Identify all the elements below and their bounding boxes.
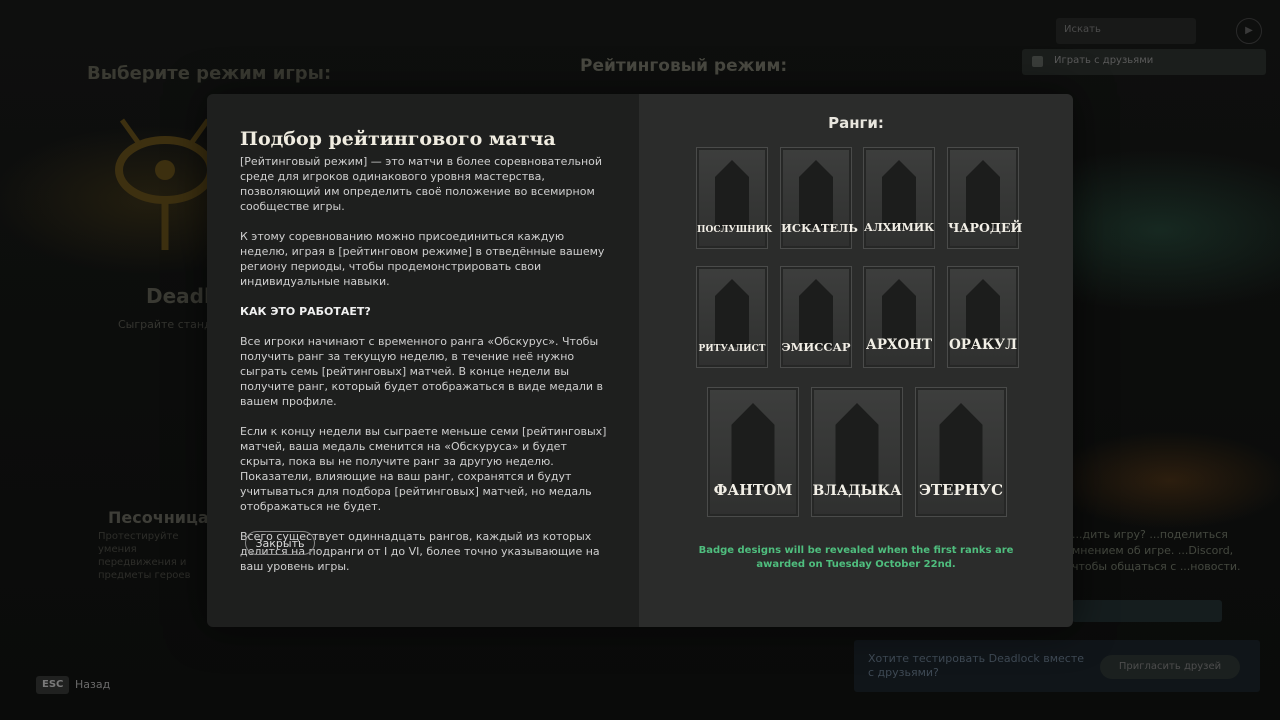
friends-icon (1032, 56, 1043, 67)
back-button[interactable]: Назад (75, 678, 110, 691)
rank-badge-placeholder-icon (799, 279, 833, 347)
rank-card: ЭТЕРНУС (915, 387, 1007, 517)
search-placeholder: Искать (1064, 24, 1101, 35)
rank-card: ЧАРОДЕЙ (947, 147, 1023, 249)
ranked-mode-title: Рейтинговый режим: (580, 56, 788, 76)
rank-badge-placeholder-icon (715, 160, 749, 228)
rank-name: ЭТЕРНУС (918, 481, 1004, 499)
rank-card: ОРАКУЛ (947, 266, 1019, 368)
invite-friends-button[interactable]: Пригласить друзей (1100, 655, 1240, 679)
intro-paragraph: [Рейтинговый режим] — это матчи в более … (240, 155, 603, 213)
how-it-works-heading: КАК ЭТО РАБОТАЕТ? (240, 305, 371, 318)
mode-select-title: Выберите режим игры: (87, 63, 332, 84)
ranks-title: Ранги: (828, 114, 884, 132)
rank-name: АРХОНТ (865, 337, 933, 353)
invite-friends-text: Хотите тестировать Deadlock вместе с дру… (868, 652, 1085, 679)
badge-reveal-note: Badge designs will be revealed when the … (698, 545, 1014, 570)
how-paragraph: Все игроки начинают с временного ранга «… (240, 335, 603, 408)
rank-name: ФАНТОМ (713, 482, 793, 499)
rank-badge-placeholder-icon (966, 160, 1000, 228)
modal-body: [Рейтинговый режим] — это матчи в более … (240, 154, 612, 589)
rank-card: ВЛАДЫКА (811, 387, 903, 517)
rank-card: АРХОНТ (863, 266, 935, 368)
rank-badge-placeholder-icon (715, 279, 749, 347)
intro-paragraph: К этому соревнованию можно присоединитьс… (240, 230, 605, 288)
rank-name: ЭМИССАР (781, 340, 851, 354)
play-with-friends-button[interactable]: Играть с друзьями (1022, 49, 1266, 75)
rank-badge-placeholder-icon (799, 160, 833, 228)
deadlock-emblem-icon (115, 118, 215, 250)
ranks-panel: Ранги: ПОСЛУШНИК ИСКАТЕЛЬ АЛХИМИК ЧАРОДЕЙ РИ… (639, 94, 1073, 627)
esc-key-hint[interactable]: ESC (36, 676, 70, 694)
rank-name: ЧАРОДЕЙ (948, 220, 1023, 235)
rank-card: ПОСЛУШНИК (696, 147, 773, 249)
sandbox-mode-title: Песочница (108, 508, 209, 527)
rank-card: ФАНТОМ (707, 387, 799, 517)
rank-badge-placeholder-icon (882, 160, 916, 228)
rank-name: РИТУАЛИСТ (698, 344, 766, 354)
rank-card: РИТУАЛИСТ (696, 266, 768, 368)
rank-badge-placeholder-icon (939, 403, 983, 490)
sandbox-mode-subtitle: Протестируйте умения передвижения и пред… (98, 531, 191, 581)
feedback-text: ...дить игру? ...поделиться мнением об и… (1072, 528, 1241, 573)
rank-name: АЛХИМИК (864, 221, 935, 234)
rank-name: ПОСЛУШНИК (697, 225, 773, 235)
rank-name: ОРАКУЛ (948, 337, 1018, 353)
rank-name: ВЛАДЫКА (812, 483, 902, 499)
how-paragraph: Если к концу недели вы сыграете меньше с… (240, 425, 607, 513)
rank-card: ЭМИССАР (780, 266, 852, 368)
rank-card: АЛХИМИК (863, 147, 935, 249)
rank-badge-placeholder-icon (835, 403, 879, 490)
play-with-friends-label: Играть с друзьями (1054, 55, 1154, 66)
modal-info-panel: Подбор рейтингового матча [Рейтинговый р… (207, 94, 639, 627)
discord-button[interactable] (1072, 600, 1222, 622)
modal-title: Подбор рейтингового матча (240, 128, 556, 150)
rank-card: ИСКАТЕЛЬ (780, 147, 858, 249)
ranked-matchmaking-modal: Подбор рейтингового матча [Рейтинговый р… (207, 94, 1073, 627)
search-input[interactable]: Искать (1056, 18, 1196, 44)
close-button[interactable]: Закрыть (245, 531, 315, 555)
play-icon[interactable]: ▶ (1236, 18, 1262, 44)
rank-name: ИСКАТЕЛЬ (781, 221, 858, 235)
rank-badge-placeholder-icon (731, 403, 775, 490)
